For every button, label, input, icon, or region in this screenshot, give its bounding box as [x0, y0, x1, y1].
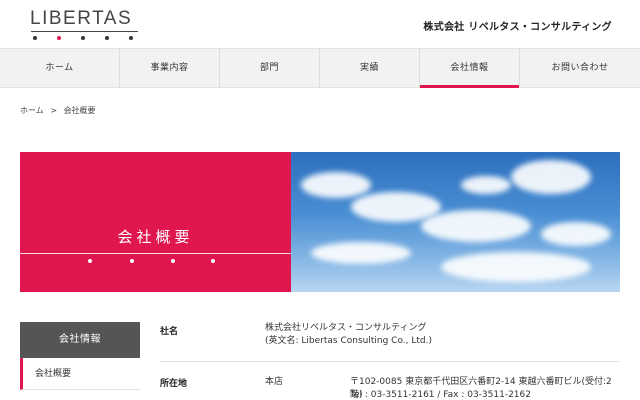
logo-dot	[57, 36, 61, 40]
logo-underline	[31, 31, 138, 32]
libertas-logo[interactable]: LIBERTAS	[30, 9, 132, 29]
phone-fax-value: Tel : 03-3511-2161 / Fax : 03-3511-2162	[350, 390, 531, 400]
nav-item-business[interactable]: 事業内容	[120, 49, 220, 87]
hero-dot	[211, 259, 215, 263]
page-title: 会社概要	[117, 228, 194, 246]
sky-image	[291, 152, 620, 292]
logo-dot	[105, 36, 109, 40]
office-type: 本店	[265, 377, 284, 387]
cloud-shape	[421, 210, 531, 242]
company-english-name: (英文名: Libertas Consulting Co., Ltd.)	[265, 336, 433, 346]
table-row: 社名 株式会社リベルタス・コンサルティング (英文名: Libertas Con…	[160, 322, 620, 362]
logo-dot	[129, 36, 133, 40]
nav-item-home[interactable]: ホーム	[0, 49, 120, 87]
cloud-shape	[301, 172, 371, 198]
row-label: 所在地	[160, 379, 188, 389]
company-info-table: 社名 株式会社リベルタス・コンサルティング (英文名: Libertas Con…	[160, 322, 620, 400]
nav-item-departments[interactable]: 部門	[220, 49, 320, 87]
hero-dot	[130, 259, 134, 263]
sidebar-nav: 会社情報 会社概要	[20, 322, 140, 400]
global-nav: ホーム 事業内容 部門 実績 会社情報 お問い合わせ	[0, 48, 640, 88]
table-row: 所在地 本店 〒102-0085 東京都千代田区六番町2-14 東越六番町ビル(…	[160, 362, 620, 400]
cloud-shape	[541, 222, 611, 246]
hero-banner: 会社概要	[20, 152, 620, 292]
cloud-shape	[441, 252, 591, 282]
company-name-value: 株式会社リベルタス・コンサルティング	[265, 323, 427, 333]
logo-dot	[33, 36, 37, 40]
site-header: LIBERTAS 株式会社 リベルタス・コンサルティング	[0, 0, 640, 48]
company-name: 株式会社 リベルタス・コンサルティング	[423, 22, 612, 33]
cloud-shape	[311, 242, 411, 264]
nav-item-contact[interactable]: お問い合わせ	[520, 49, 640, 87]
breadcrumb-home-link[interactable]: ホーム	[20, 106, 44, 115]
sidebar-heading[interactable]: 会社情報	[20, 322, 140, 358]
hero-title-panel: 会社概要	[20, 152, 291, 292]
breadcrumb: ホーム > 会社概要	[20, 105, 100, 116]
sidebar-item-company-overview[interactable]: 会社概要	[20, 358, 140, 390]
hero-dot	[171, 259, 175, 263]
nav-item-results[interactable]: 実績	[320, 49, 420, 87]
cloud-shape	[511, 160, 591, 194]
cloud-shape	[461, 176, 511, 194]
breadcrumb-current: 会社概要	[63, 106, 96, 115]
hero-divider	[20, 253, 291, 254]
row-label: 社名	[160, 327, 179, 337]
nav-item-company-info[interactable]: 会社情報	[420, 49, 520, 88]
hero-dot	[88, 259, 92, 263]
logo-dot	[81, 36, 85, 40]
breadcrumb-separator: >	[50, 106, 58, 115]
